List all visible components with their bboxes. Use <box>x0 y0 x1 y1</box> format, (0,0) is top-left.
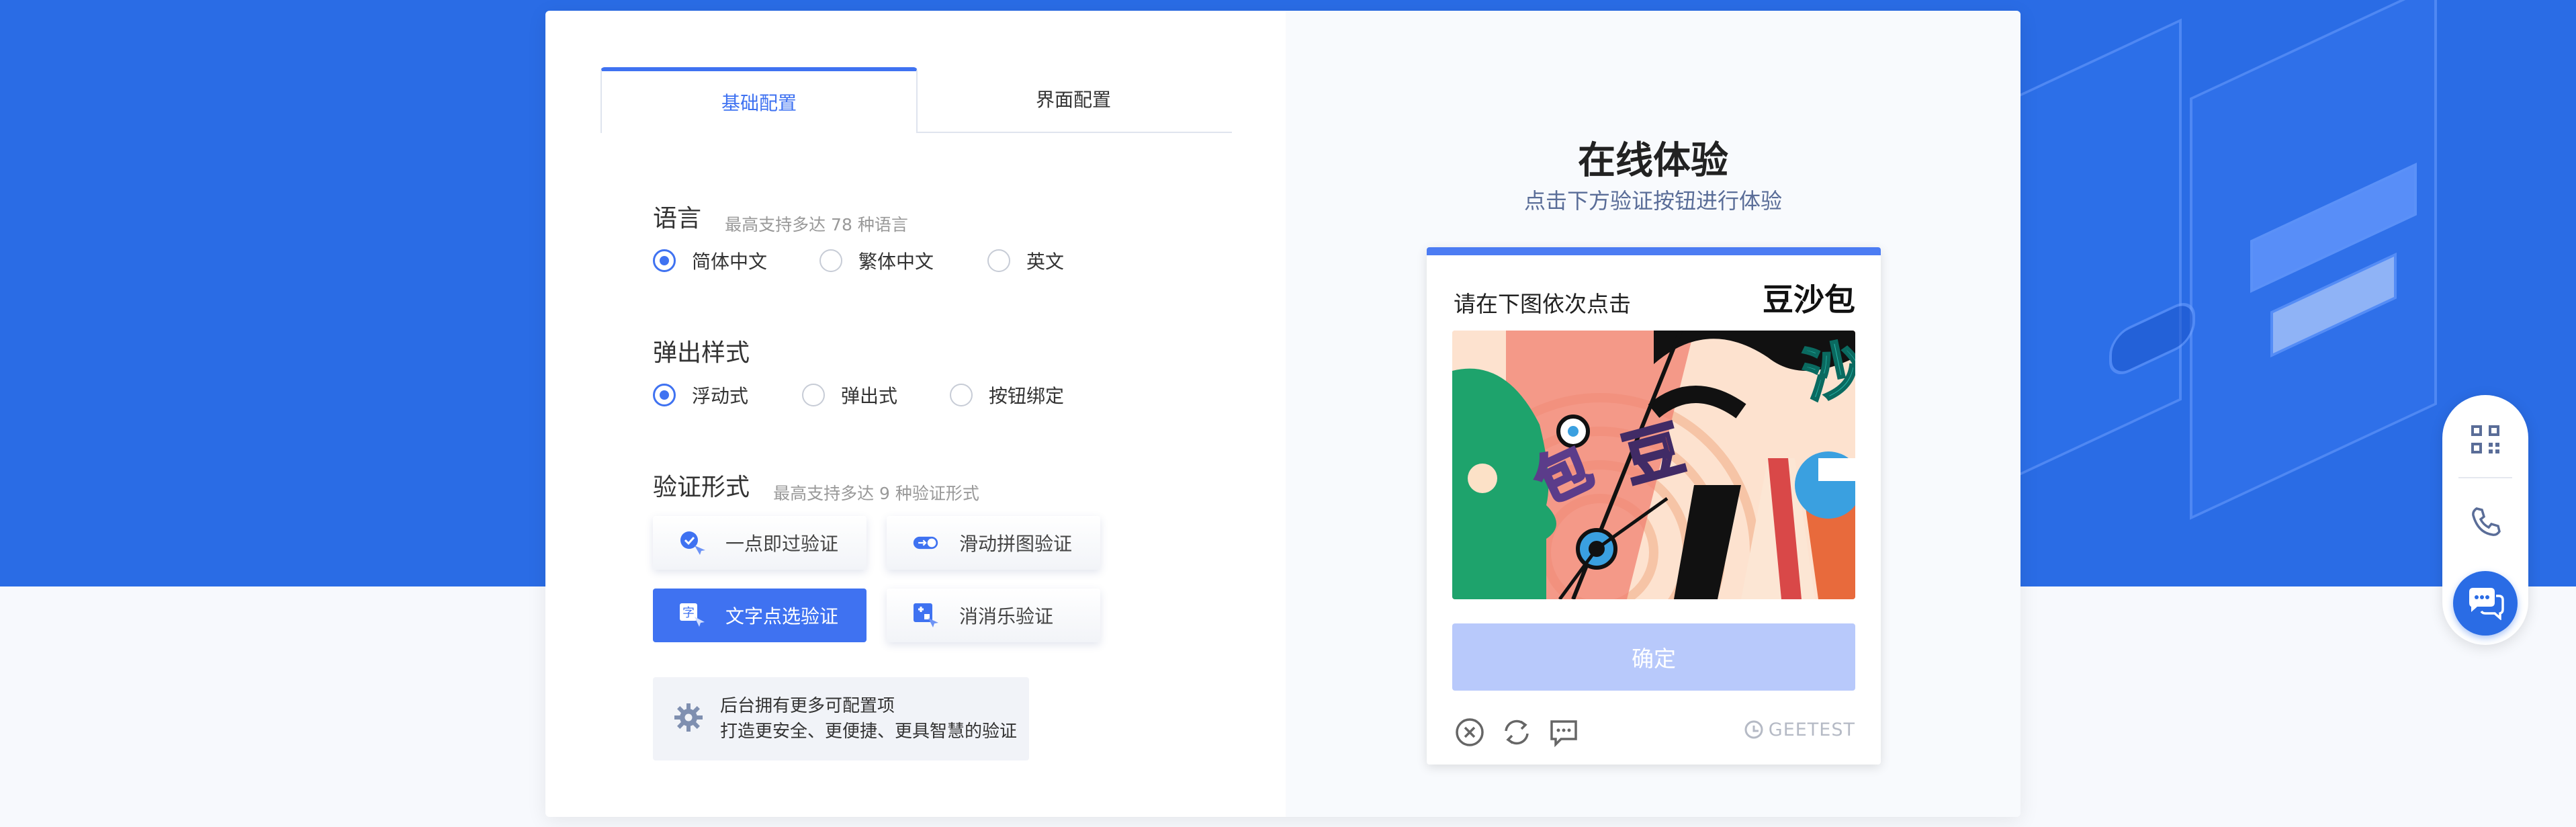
notice-line: 后台拥有更多可配置项 <box>720 696 895 716</box>
radio-lang-simplified[interactable]: 简体中文 <box>653 247 819 274</box>
popup-options: 浮动式 弹出式 按钮绑定 <box>653 382 1064 408</box>
radio-dot <box>950 384 973 406</box>
radio-dot <box>802 384 825 406</box>
text-click-icon: 字 <box>678 602 705 629</box>
tab-ui-config[interactable]: 界面配置 <box>916 67 1231 130</box>
radio-label: 繁体中文 <box>858 251 934 273</box>
verify-oneclick-button[interactable]: 一点即过验证 <box>653 516 867 570</box>
experience-subtitle: 点击下方验证按钮进行体验 <box>1523 188 1782 214</box>
radio-lang-english[interactable]: 英文 <box>987 247 1064 274</box>
verify-match-button[interactable]: 消消乐验证 <box>887 589 1100 642</box>
captcha-target-chars: 豆沙包 <box>1763 281 1855 318</box>
qrcode-icon[interactable] <box>2458 412 2512 466</box>
experience-title: 在线体验 <box>1578 139 1728 183</box>
radio-lang-traditional[interactable]: 繁体中文 <box>819 247 987 274</box>
close-icon[interactable] <box>1454 716 1486 748</box>
verify-button-label: 滑动拼图验证 <box>959 533 1073 555</box>
divider <box>2458 477 2512 478</box>
radio-label: 英文 <box>1026 251 1065 273</box>
phone-icon[interactable] <box>2458 494 2512 548</box>
radio-label: 浮动式 <box>692 385 749 407</box>
config-tabs: 基础配置 界面配置 <box>601 67 1232 133</box>
brand-text: GEETEST <box>1768 719 1855 740</box>
captcha-footer: GEETEST <box>1452 711 1855 754</box>
verify-section: 验证形式 最高支持多达 9 种验证形式 <box>653 468 979 505</box>
notice-line: 打造更安全、更便捷、更具智慧的验证 <box>720 722 1018 742</box>
captcha-confirm-button[interactable]: 确定 <box>1452 623 1855 691</box>
refresh-icon[interactable] <box>1501 716 1533 748</box>
radio-dot <box>819 249 842 272</box>
radio-dot <box>653 249 676 272</box>
radio-popup-float[interactable]: 浮动式 <box>653 382 802 408</box>
feedback-icon[interactable] <box>1548 716 1580 748</box>
gear-icon <box>673 702 704 736</box>
popup-section: 弹出样式 <box>653 333 750 368</box>
notice-text: 后台拥有更多可配置项 打造更安全、更便捷、更具智慧的验证 <box>720 693 1017 744</box>
radio-label: 按钮绑定 <box>989 385 1065 407</box>
experience-panel: 在线体验 点击下方验证按钮进行体验 请在下图依次点击 豆沙包 沙 豆 包 确定 … <box>1286 11 2020 817</box>
verify-title: 验证形式 <box>653 474 750 501</box>
verify-button-label: 一点即过验证 <box>725 533 839 555</box>
language-subtitle: 最高支持多达 78 种语言 <box>725 214 908 234</box>
verify-button-label: 文字点选验证 <box>725 605 839 627</box>
check-pointer-icon <box>678 529 705 556</box>
verify-slide-button[interactable]: 滑动拼图验证 <box>887 516 1100 570</box>
decor-panel <box>2002 18 2182 484</box>
captcha-instruction: 请在下图依次点击 <box>1454 291 1631 317</box>
radio-dot <box>653 384 676 406</box>
language-options: 简体中文 繁体中文 英文 <box>653 247 1064 274</box>
verify-text-click-button[interactable]: 字 文字点选验证 <box>653 589 867 642</box>
more-config-notice: 后台拥有更多可配置项 打造更安全、更便捷、更具智慧的验证 <box>653 677 1029 760</box>
language-title: 语言 <box>653 205 702 232</box>
popup-title: 弹出样式 <box>653 339 750 367</box>
geetest-brand: GEETEST <box>1743 719 1855 740</box>
verify-subtitle: 最高支持多达 9 种验证形式 <box>773 483 979 503</box>
radio-popup-bind[interactable]: 按钮绑定 <box>950 382 1064 408</box>
floating-contact-bar <box>2442 395 2528 645</box>
slide-toggle-icon <box>912 529 939 556</box>
chat-icon[interactable] <box>2453 571 2518 636</box>
config-card: 基础配置 界面配置 语言 最高支持多达 78 种语言 简体中文 繁体中文 英文 … <box>545 11 2020 817</box>
geetest-logo-icon <box>1744 720 1763 739</box>
captcha-widget: 请在下图依次点击 豆沙包 沙 豆 包 确定 GEETEST <box>1427 247 1881 765</box>
tab-basic-config[interactable]: 基础配置 <box>601 67 918 133</box>
svg-text:字: 字 <box>682 606 695 620</box>
captcha-image[interactable]: 沙 豆 包 <box>1452 331 1855 599</box>
radio-popup-modal[interactable]: 弹出式 <box>802 382 950 408</box>
radio-dot <box>987 249 1010 272</box>
radio-label: 弹出式 <box>841 385 898 407</box>
language-section: 语言 最高支持多达 78 种语言 <box>653 199 908 236</box>
captcha-artwork: 沙 豆 包 <box>1452 331 1855 599</box>
verify-button-label: 消消乐验证 <box>959 605 1054 627</box>
match-game-icon <box>912 602 939 629</box>
radio-label: 简体中文 <box>692 251 768 273</box>
